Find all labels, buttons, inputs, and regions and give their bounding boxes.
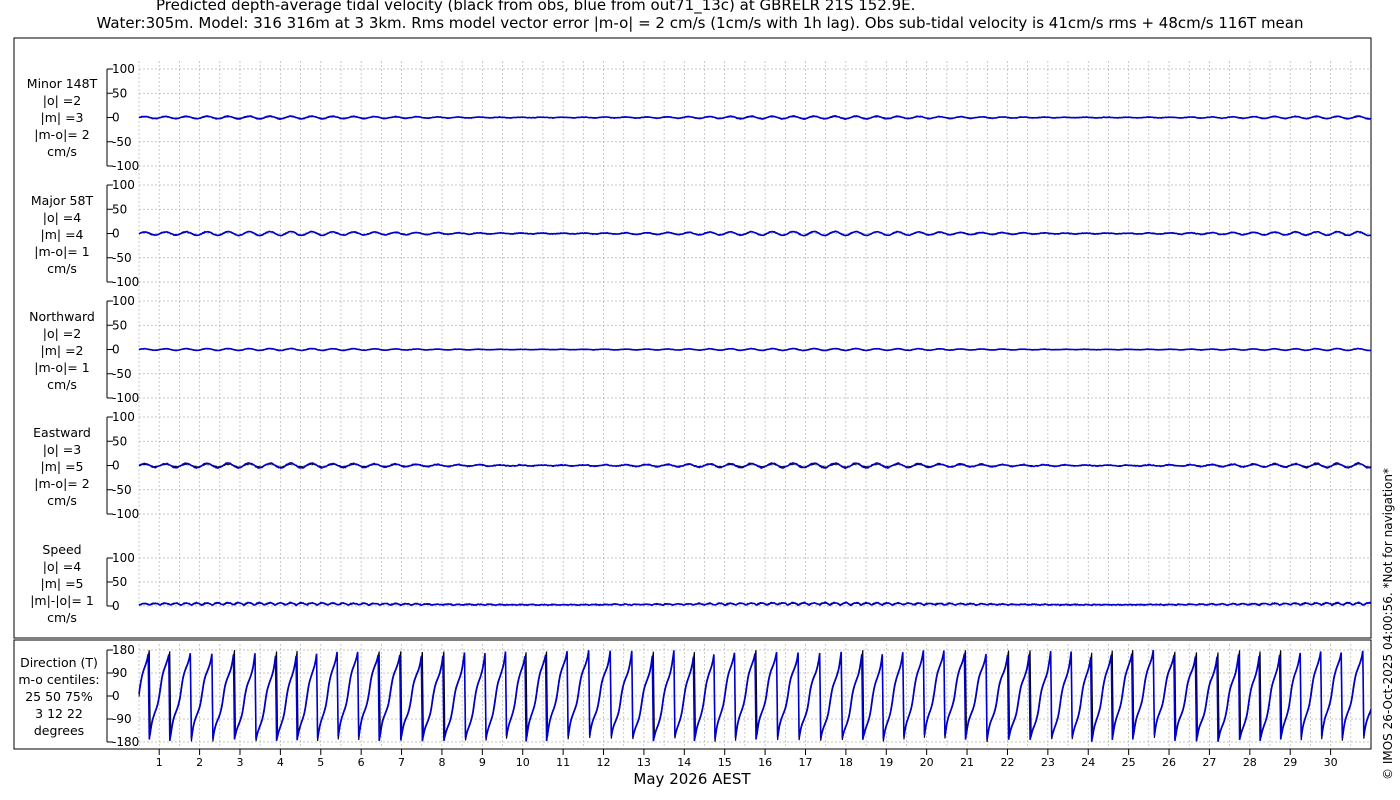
y-tick-label: 50 xyxy=(112,202,127,216)
y-tick-label: 0 xyxy=(112,689,120,703)
y-tick-label: 50 xyxy=(112,86,127,100)
x-tick-label: 24 xyxy=(1081,756,1095,769)
y-tick-label: -100 xyxy=(112,507,139,521)
x-tick-label: 4 xyxy=(277,756,284,769)
panel-label-line: |m| =5 xyxy=(41,576,84,591)
y-tick-label: -50 xyxy=(112,135,132,149)
x-tick-label: 19 xyxy=(879,756,893,769)
y-tick-label: 50 xyxy=(112,434,127,448)
panel-label-line: m-o centiles: xyxy=(18,672,99,687)
x-tick-label: 27 xyxy=(1202,756,1216,769)
x-tick-label: 25 xyxy=(1122,756,1136,769)
y-tick-label: 0 xyxy=(112,227,120,241)
y-tick-label: 0 xyxy=(112,343,120,357)
y-tick-label: 100 xyxy=(112,551,135,565)
x-tick-label: 13 xyxy=(637,756,651,769)
x-tick-label: 29 xyxy=(1283,756,1297,769)
x-tick-label: 6 xyxy=(358,756,365,769)
panels-layer: 100 50 0 -50 -100 Minor 148T |o| =2 |m| =3 |m-o|… xyxy=(18,62,1372,749)
x-tick-label: 21 xyxy=(960,756,974,769)
panel-label-line: degrees xyxy=(34,723,84,738)
panel-label-line: Northward xyxy=(29,309,95,324)
grid-layer xyxy=(138,61,1371,746)
panel-label-line: |o| =4 xyxy=(43,559,82,574)
panel-label-line: |m-o|= 1 xyxy=(34,360,89,375)
y-tick-label: 90 xyxy=(112,666,127,680)
y-tick-label: 0 xyxy=(112,599,120,613)
x-tick-label: 26 xyxy=(1162,756,1176,769)
speed-model-series xyxy=(138,601,1372,607)
x-tick-label: 20 xyxy=(920,756,934,769)
x-axis: 1 2 3 4 5 6 7 8 9 10 11 12 13 14 15 16 17 18 19 20 21 22 23 24 2… xyxy=(156,749,1338,769)
panel-label-line: |m-o|= 2 xyxy=(34,127,89,142)
y-tick-label: 0 xyxy=(112,111,120,125)
tidal-velocity-chart: 100500-50-100Minor 148T|o| =2|m| =3|m-o|… xyxy=(13,37,1395,788)
x-tick-label: 5 xyxy=(317,756,324,769)
panel-label-line: cm/s xyxy=(47,610,77,625)
y-tick-label: -50 xyxy=(112,251,132,265)
x-tick-label: 23 xyxy=(1041,756,1055,769)
y-tick-label: -100 xyxy=(112,159,139,173)
x-tick-label: 1 xyxy=(156,756,163,769)
x-tick-label: 18 xyxy=(839,756,853,769)
x-tick-label: 8 xyxy=(438,756,445,769)
y-tick-label: 50 xyxy=(112,318,127,332)
y-tick-label: -100 xyxy=(112,391,139,405)
y-tick-label: -90 xyxy=(112,712,132,726)
panel-label-line: cm/s xyxy=(47,493,77,508)
y-tick-label: 100 xyxy=(112,62,135,76)
panel-label-line: Direction (T) xyxy=(20,655,98,670)
x-tick-label: 17 xyxy=(798,756,812,769)
panel-label-line: |m-o|= 2 xyxy=(34,476,89,491)
panel-label-line: 3 12 22 xyxy=(35,706,83,721)
x-tick-label: 14 xyxy=(677,756,691,769)
x-tick-label: 12 xyxy=(597,756,611,769)
panel-label-line: |o| =2 xyxy=(43,326,81,341)
x-tick-label: 9 xyxy=(479,756,486,769)
panel-label-line: Eastward xyxy=(33,425,91,440)
y-tick-label: -50 xyxy=(112,483,132,497)
panel-label-line: |m| =5 xyxy=(41,459,84,474)
x-tick-label: 16 xyxy=(758,756,772,769)
panel-label-line: 25 50 75% xyxy=(25,689,93,704)
panel-label-line: |m| =4 xyxy=(41,227,84,242)
y-tick-label: 100 xyxy=(112,294,135,308)
panel-label-line: cm/s xyxy=(47,144,77,159)
x-tick-label: 30 xyxy=(1324,756,1338,769)
y-tick-label: -50 xyxy=(112,367,132,381)
x-tick-label: 2 xyxy=(196,756,203,769)
y-tick-label: -180 xyxy=(112,735,139,749)
y-tick-label: 100 xyxy=(112,410,135,424)
lower-frame xyxy=(13,639,1372,750)
panel-label-line: |o| =3 xyxy=(43,442,81,457)
y-tick-label: 100 xyxy=(112,178,135,192)
x-tick-label: 10 xyxy=(516,756,530,769)
y-tick-label: 0 xyxy=(112,459,120,473)
panel-label-line: Major 58T xyxy=(31,193,94,208)
panel-label-line: |o| =4 xyxy=(43,210,82,225)
panel-label-line: Minor 148T xyxy=(27,76,98,91)
x-axis-label: May 2026 AEST xyxy=(633,770,751,788)
copyright-notice: © IMOS 26-Oct-2025 04:00:56. *Not for na… xyxy=(1381,468,1395,780)
panel-label-line: |m|-|o|= 1 xyxy=(30,593,94,608)
x-tick-label: 11 xyxy=(556,756,570,769)
y-tick-label: 180 xyxy=(112,643,135,657)
panel-label-line: cm/s xyxy=(47,261,77,276)
upper-frame xyxy=(13,37,1372,639)
x-tick-label: 15 xyxy=(718,756,732,769)
panel-label-line: Speed xyxy=(42,542,81,557)
y-tick-label: 50 xyxy=(112,575,127,589)
x-tick-label: 22 xyxy=(1000,756,1014,769)
y-tick-label: -100 xyxy=(112,275,139,289)
panel-label-line: |m-o|= 1 xyxy=(34,244,89,259)
panel-label-line: |m| =2 xyxy=(41,343,84,358)
panel-label-line: |m| =3 xyxy=(41,110,84,125)
x-tick-label: 28 xyxy=(1243,756,1257,769)
panel-label-line: |o| =2 xyxy=(43,93,81,108)
panel-label-line: cm/s xyxy=(47,377,77,392)
x-tick-label: 3 xyxy=(236,756,243,769)
x-tick-label: 7 xyxy=(398,756,405,769)
